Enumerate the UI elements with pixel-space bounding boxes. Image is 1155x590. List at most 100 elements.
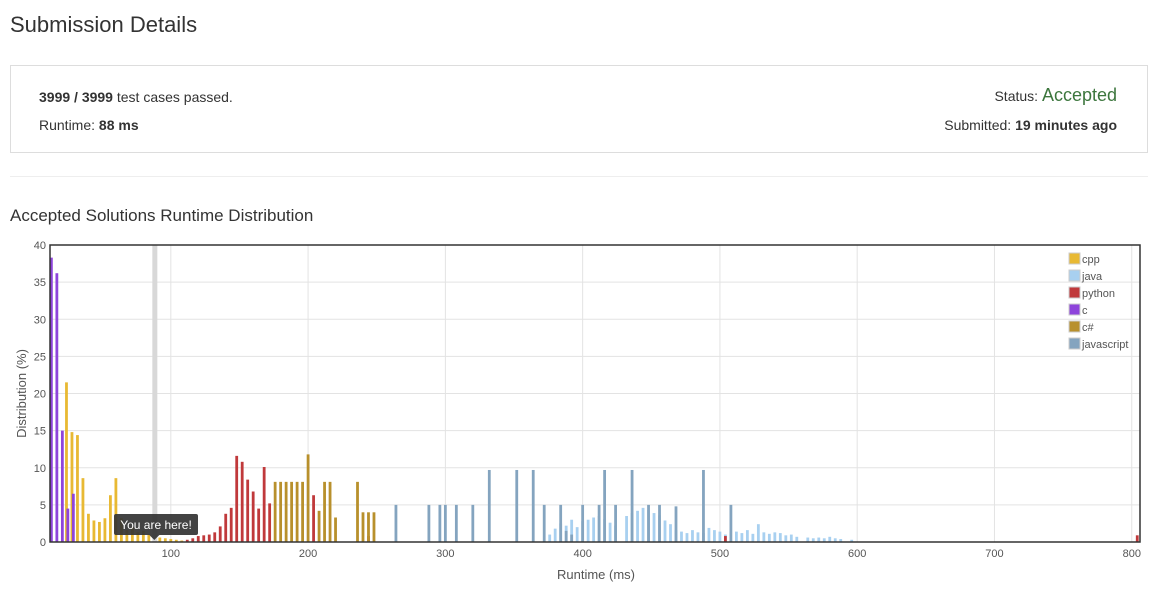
bar-java (828, 536, 832, 542)
bar-javascript (559, 504, 563, 542)
bar-java (669, 524, 672, 542)
status-label: Status: (994, 88, 1042, 104)
bar-javascript (614, 504, 617, 542)
cases-passed-count: 3999 (39, 89, 71, 105)
bar-cpp (109, 495, 112, 542)
page-title: Submission Details (10, 12, 198, 37)
bar-java (592, 517, 596, 542)
bar-csharp (295, 481, 299, 542)
bar-csharp (284, 481, 288, 542)
y-tick-label: 25 (34, 351, 46, 363)
cases-suffix: test cases passed. (112, 89, 233, 105)
y-tick-label: 30 (34, 314, 46, 326)
bar-javascript (454, 504, 458, 542)
y-tick-label: 15 (34, 426, 46, 438)
bar-python (224, 513, 228, 542)
bar-python (196, 536, 200, 542)
bar-python (1135, 535, 1139, 542)
bar-java (762, 532, 766, 542)
legend-swatch-c (1068, 303, 1081, 316)
bar-python (251, 491, 255, 542)
x-tick-label: 600 (848, 548, 866, 560)
bar-python (312, 495, 315, 542)
bar-java (767, 533, 771, 542)
bar-java (784, 535, 788, 542)
bar-java (663, 520, 667, 542)
x-tick-label: 100 (162, 548, 180, 560)
bar-java (789, 534, 793, 542)
bar-javascript (438, 504, 442, 542)
bar-java (756, 524, 760, 542)
x-tick-label: 200 (299, 548, 317, 560)
x-tick-label: 800 (1123, 548, 1141, 560)
bar-java (734, 531, 738, 542)
bar-csharp (356, 481, 359, 542)
x-tick-label: 300 (436, 548, 454, 560)
status-value: Accepted (1041, 85, 1117, 105)
chart-title: Accepted Solutions Runtime Distribution (10, 206, 314, 225)
bar-java (691, 530, 694, 542)
bar-csharp (317, 510, 321, 542)
y-tick-label: 40 (34, 240, 46, 252)
y-axis-label: Distribution (%) (14, 349, 29, 438)
runtime-label: Runtime: (39, 117, 99, 133)
x-tick-label: 500 (711, 548, 729, 560)
legend-label-python: python (1082, 288, 1115, 300)
bar-c (66, 508, 70, 542)
bar-c (60, 430, 64, 542)
bar-python (240, 461, 244, 542)
bar-javascript (647, 504, 650, 542)
bar-cpp (87, 513, 90, 542)
bar-java (685, 533, 689, 542)
bar-java (680, 531, 683, 542)
bar-java (553, 528, 557, 542)
bar-java (636, 510, 639, 542)
bar-cpp (81, 478, 85, 542)
test-cases-summary: 3999 / 3999 test cases passed. (39, 89, 233, 105)
bar-python (213, 532, 217, 542)
bar-java (696, 532, 700, 542)
bar-java (652, 513, 656, 542)
bar-cpp (76, 435, 79, 542)
bar-java (575, 527, 579, 542)
bar-csharp (273, 481, 277, 542)
bar-javascript (427, 504, 431, 542)
bar-c (71, 493, 75, 542)
bar-javascript (471, 504, 475, 542)
bar-javascript (542, 504, 546, 542)
bar-java (707, 527, 711, 542)
legend-swatch-csharp (1068, 320, 1081, 333)
legend-swatch-cpp (1068, 252, 1081, 265)
bar-javascript (729, 504, 733, 542)
bar-csharp (301, 481, 304, 542)
bar-javascript (658, 504, 661, 542)
bar-python (257, 508, 261, 542)
bar-python (218, 526, 222, 542)
y-tick-label: 20 (34, 389, 46, 401)
tooltip-text: You are here! (120, 518, 192, 532)
bar-javascript (570, 534, 574, 542)
legend-label-csharp: c# (1082, 322, 1095, 334)
bar-java (548, 534, 552, 542)
bar-csharp (290, 481, 294, 542)
bar-csharp (306, 454, 310, 542)
bar-javascript (603, 469, 607, 542)
bar-java (773, 532, 777, 542)
bar-javascript (443, 504, 447, 542)
y-tick-label: 10 (34, 463, 46, 475)
bar-java (778, 533, 782, 542)
bar-csharp (328, 481, 332, 542)
bar-csharp (372, 512, 376, 542)
y-tick-label: 35 (34, 277, 46, 289)
submitted-value: 19 minutes ago (1015, 117, 1117, 133)
x-axis-label: Runtime (ms) (557, 567, 635, 582)
bar-cpp (147, 534, 151, 542)
bar-java (740, 533, 744, 542)
submitted-summary: Submitted: 19 minutes ago (944, 117, 1117, 133)
bar-java (625, 516, 628, 542)
legend-label-c: c (1082, 305, 1088, 317)
bar-java (608, 522, 612, 542)
section-divider (10, 176, 1148, 177)
bar-java (751, 533, 755, 542)
y-tick-label: 5 (40, 500, 46, 512)
